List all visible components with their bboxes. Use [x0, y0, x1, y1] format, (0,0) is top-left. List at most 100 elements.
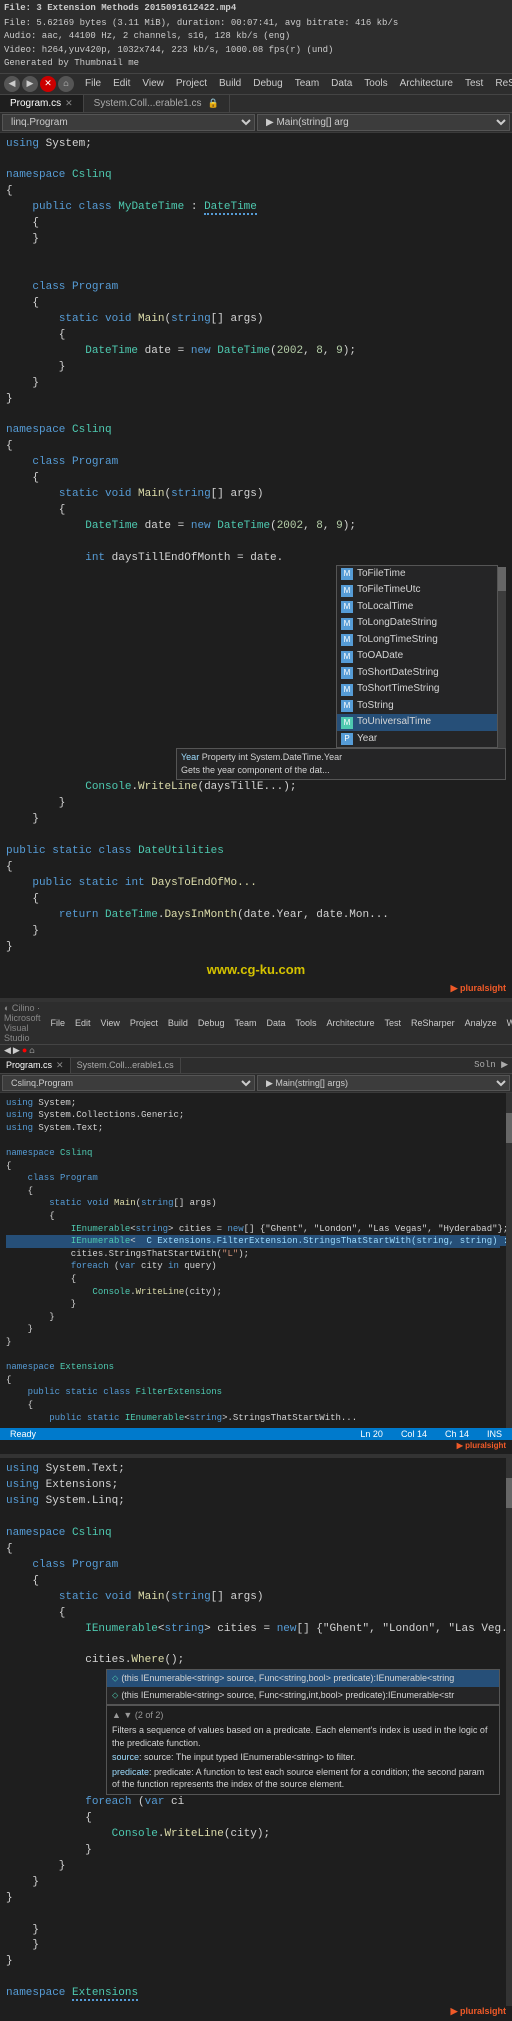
mini-menu-team[interactable]: Team [230, 1017, 260, 1029]
ps-label-2: ▶ pluralsight [457, 1441, 506, 1450]
mini-menu-architecture[interactable]: Architecture [323, 1017, 379, 1029]
ac-icon: M [341, 618, 353, 630]
scrollbar-thumb-3 [506, 1478, 512, 1508]
tab-program-cs[interactable]: Program.cs ✕ [0, 95, 84, 112]
code-line: cities.StringsThatStartWith("L"); [6, 1248, 500, 1261]
mini-menu-build[interactable]: Build [164, 1017, 192, 1029]
code-line: { [6, 1574, 500, 1590]
ac-bottom-item-2[interactable]: ⬦ (this IEnumerable<string> source, Func… [107, 1687, 499, 1704]
mini-menu-file[interactable]: File [47, 1017, 70, 1029]
tab-program-cs-close[interactable]: ✕ [65, 98, 73, 109]
method-dropdown-1[interactable]: ▶ Main(string[] arg [257, 114, 510, 131]
code-line: static void Main(string[] args) [6, 1197, 500, 1210]
code-line: } [6, 1891, 500, 1907]
ps-logo-2: ▶ pluralsight [0, 1440, 512, 1454]
ps-logo-1: ▶ pluralsight [0, 983, 512, 998]
code-line: } [6, 392, 506, 408]
ac-item-year[interactable]: PYear [337, 731, 497, 748]
menu-build[interactable]: Build [214, 77, 246, 90]
menu-data[interactable]: Data [326, 77, 357, 90]
mini-menu-edit[interactable]: Edit [71, 1017, 95, 1029]
code-line: { [6, 439, 506, 455]
code-line: static void Main(string[] args) [6, 312, 506, 328]
code-line: } [6, 1938, 500, 1954]
mini-menu-tools[interactable]: Tools [291, 1017, 320, 1029]
autocomplete-popup[interactable]: MToFileTime MToFileTimeUtc MToLocalTime … [6, 567, 506, 781]
code-line: } [6, 360, 506, 376]
ac-item-tofiletimeutc[interactable]: MToFileTimeUtc [337, 582, 497, 599]
code-line: { [6, 1399, 500, 1412]
mini-fwd[interactable]: ▶ [13, 1046, 20, 1056]
menu-project[interactable]: Project [171, 77, 212, 90]
namespace-dropdown-1[interactable]: linq.Program [2, 114, 255, 131]
code-line [6, 828, 506, 844]
code-line: } [6, 1336, 500, 1349]
mini-menu-analyze[interactable]: Analyze [461, 1017, 501, 1029]
namespace-dropdown-2[interactable]: Cslinq.Program [2, 1075, 255, 1091]
code-line: foreach (var city in query) [6, 1260, 500, 1273]
mini-menu-test[interactable]: Test [381, 1017, 406, 1029]
mini-menu-view[interactable]: View [97, 1017, 124, 1029]
menu-view[interactable]: View [137, 77, 169, 90]
ac-item-tolongdatestring[interactable]: MToLongDateString [337, 615, 497, 632]
bottom-autocomplete[interactable]: ⬦ (this IEnumerable<string> source, Func… [106, 1669, 500, 1795]
menu-team[interactable]: Team [290, 77, 324, 90]
ac-item-tostring[interactable]: MToString [337, 698, 497, 715]
dropdown-bar-2: Cslinq.Program ▶ Main(string[] args) [0, 1074, 512, 1093]
cilno-vs-label: ◐ Cilino · Microsoft Visual Studio [4, 1003, 41, 1043]
scrollbar-mini-3[interactable] [506, 1458, 512, 2006]
mini-menu-debug[interactable]: Debug [194, 1017, 229, 1029]
home-button[interactable]: ⌂ [58, 76, 74, 92]
scrollbar-mini-2[interactable] [506, 1093, 512, 1428]
tab2-program-cs[interactable]: Program.cs ✕ [0, 1058, 71, 1073]
ac-item-touniversaltime[interactable]: MToUniversalTime [337, 714, 497, 731]
ac-item-tolocaltime[interactable]: MToLocalTime [337, 599, 497, 616]
mini-menu-project[interactable]: Project [126, 1017, 162, 1029]
mini-menu-data[interactable]: Data [262, 1017, 289, 1029]
mini-toolbar-2: ◀ ▶ ● ⌂ [0, 1045, 512, 1058]
tab2-system-coll[interactable]: System.Coll...erable1.cs [71, 1058, 181, 1073]
code-line: cities.Where(); [6, 1653, 500, 1669]
code-line: Console.WriteLine(daysTillE...); [6, 780, 506, 796]
ac-item-toshorttimestring[interactable]: MToShortTimeString [337, 681, 497, 698]
code-line: { [6, 471, 506, 487]
video-audio-info: Audio: aac, 44100 Hz, 2 channels, s16, 1… [4, 30, 508, 44]
ac-method-icon-1: ⬦ [112, 1672, 118, 1685]
stop-button[interactable]: ✕ [40, 76, 56, 92]
menu-architecture[interactable]: Architecture [395, 77, 458, 90]
method-dropdown-2[interactable]: ▶ Main(string[] args) [257, 1075, 510, 1091]
code-line: { [6, 503, 506, 519]
ac-item-tooadate[interactable]: MToOADate [337, 648, 497, 665]
ac-bottom-item-1[interactable]: ⬦ (this IEnumerable<string> source, Func… [107, 1670, 499, 1687]
code-line: Console.WriteLine(city); [6, 1827, 500, 1843]
menu-edit[interactable]: Edit [108, 77, 135, 90]
mini-menu-window[interactable]: Window [503, 1017, 512, 1029]
mini-home[interactable]: ⌂ [29, 1046, 34, 1056]
menu-test[interactable]: Test [460, 77, 488, 90]
ac-item-tolongtimestring[interactable]: MToLongTimeString [337, 632, 497, 649]
mini-menu-resharper[interactable]: ReSharper [407, 1017, 459, 1029]
forward-button[interactable]: ▶ [22, 76, 38, 92]
ac-item-toshortdatestring[interactable]: MToShortDateString [337, 665, 497, 682]
back-button[interactable]: ◀ [4, 76, 20, 92]
status-ln: Ln 20 [356, 1429, 387, 1439]
ac-icon: M [341, 684, 353, 696]
dropdown-bar-1: linq.Program ▶ Main(string[] arg [0, 113, 512, 133]
mini-back[interactable]: ◀ [4, 1046, 11, 1056]
tab2-close[interactable]: ✕ [56, 1060, 64, 1071]
ac-icon: M [341, 585, 353, 597]
menu-resharper[interactable]: ReSharper [490, 77, 512, 90]
menu-file[interactable]: File [80, 77, 106, 90]
code-line: } [6, 1923, 500, 1939]
code-line: using System; [6, 137, 506, 153]
tab-system-coll[interactable]: System.Coll...erable1.cs 🔒 [84, 95, 230, 112]
code-line: class Program [6, 455, 506, 471]
code-line: public class MyDateTime : DateTime [6, 200, 506, 216]
menu-debug[interactable]: Debug [248, 77, 287, 90]
ac-item-tofiletime[interactable]: MToFileTime [337, 566, 497, 583]
menu-tools[interactable]: Tools [359, 77, 392, 90]
ac-icon: M [341, 634, 353, 646]
mini-stop[interactable]: ● [22, 1046, 27, 1056]
code-line [6, 1970, 500, 1986]
ac-scrollbar[interactable] [498, 567, 506, 749]
